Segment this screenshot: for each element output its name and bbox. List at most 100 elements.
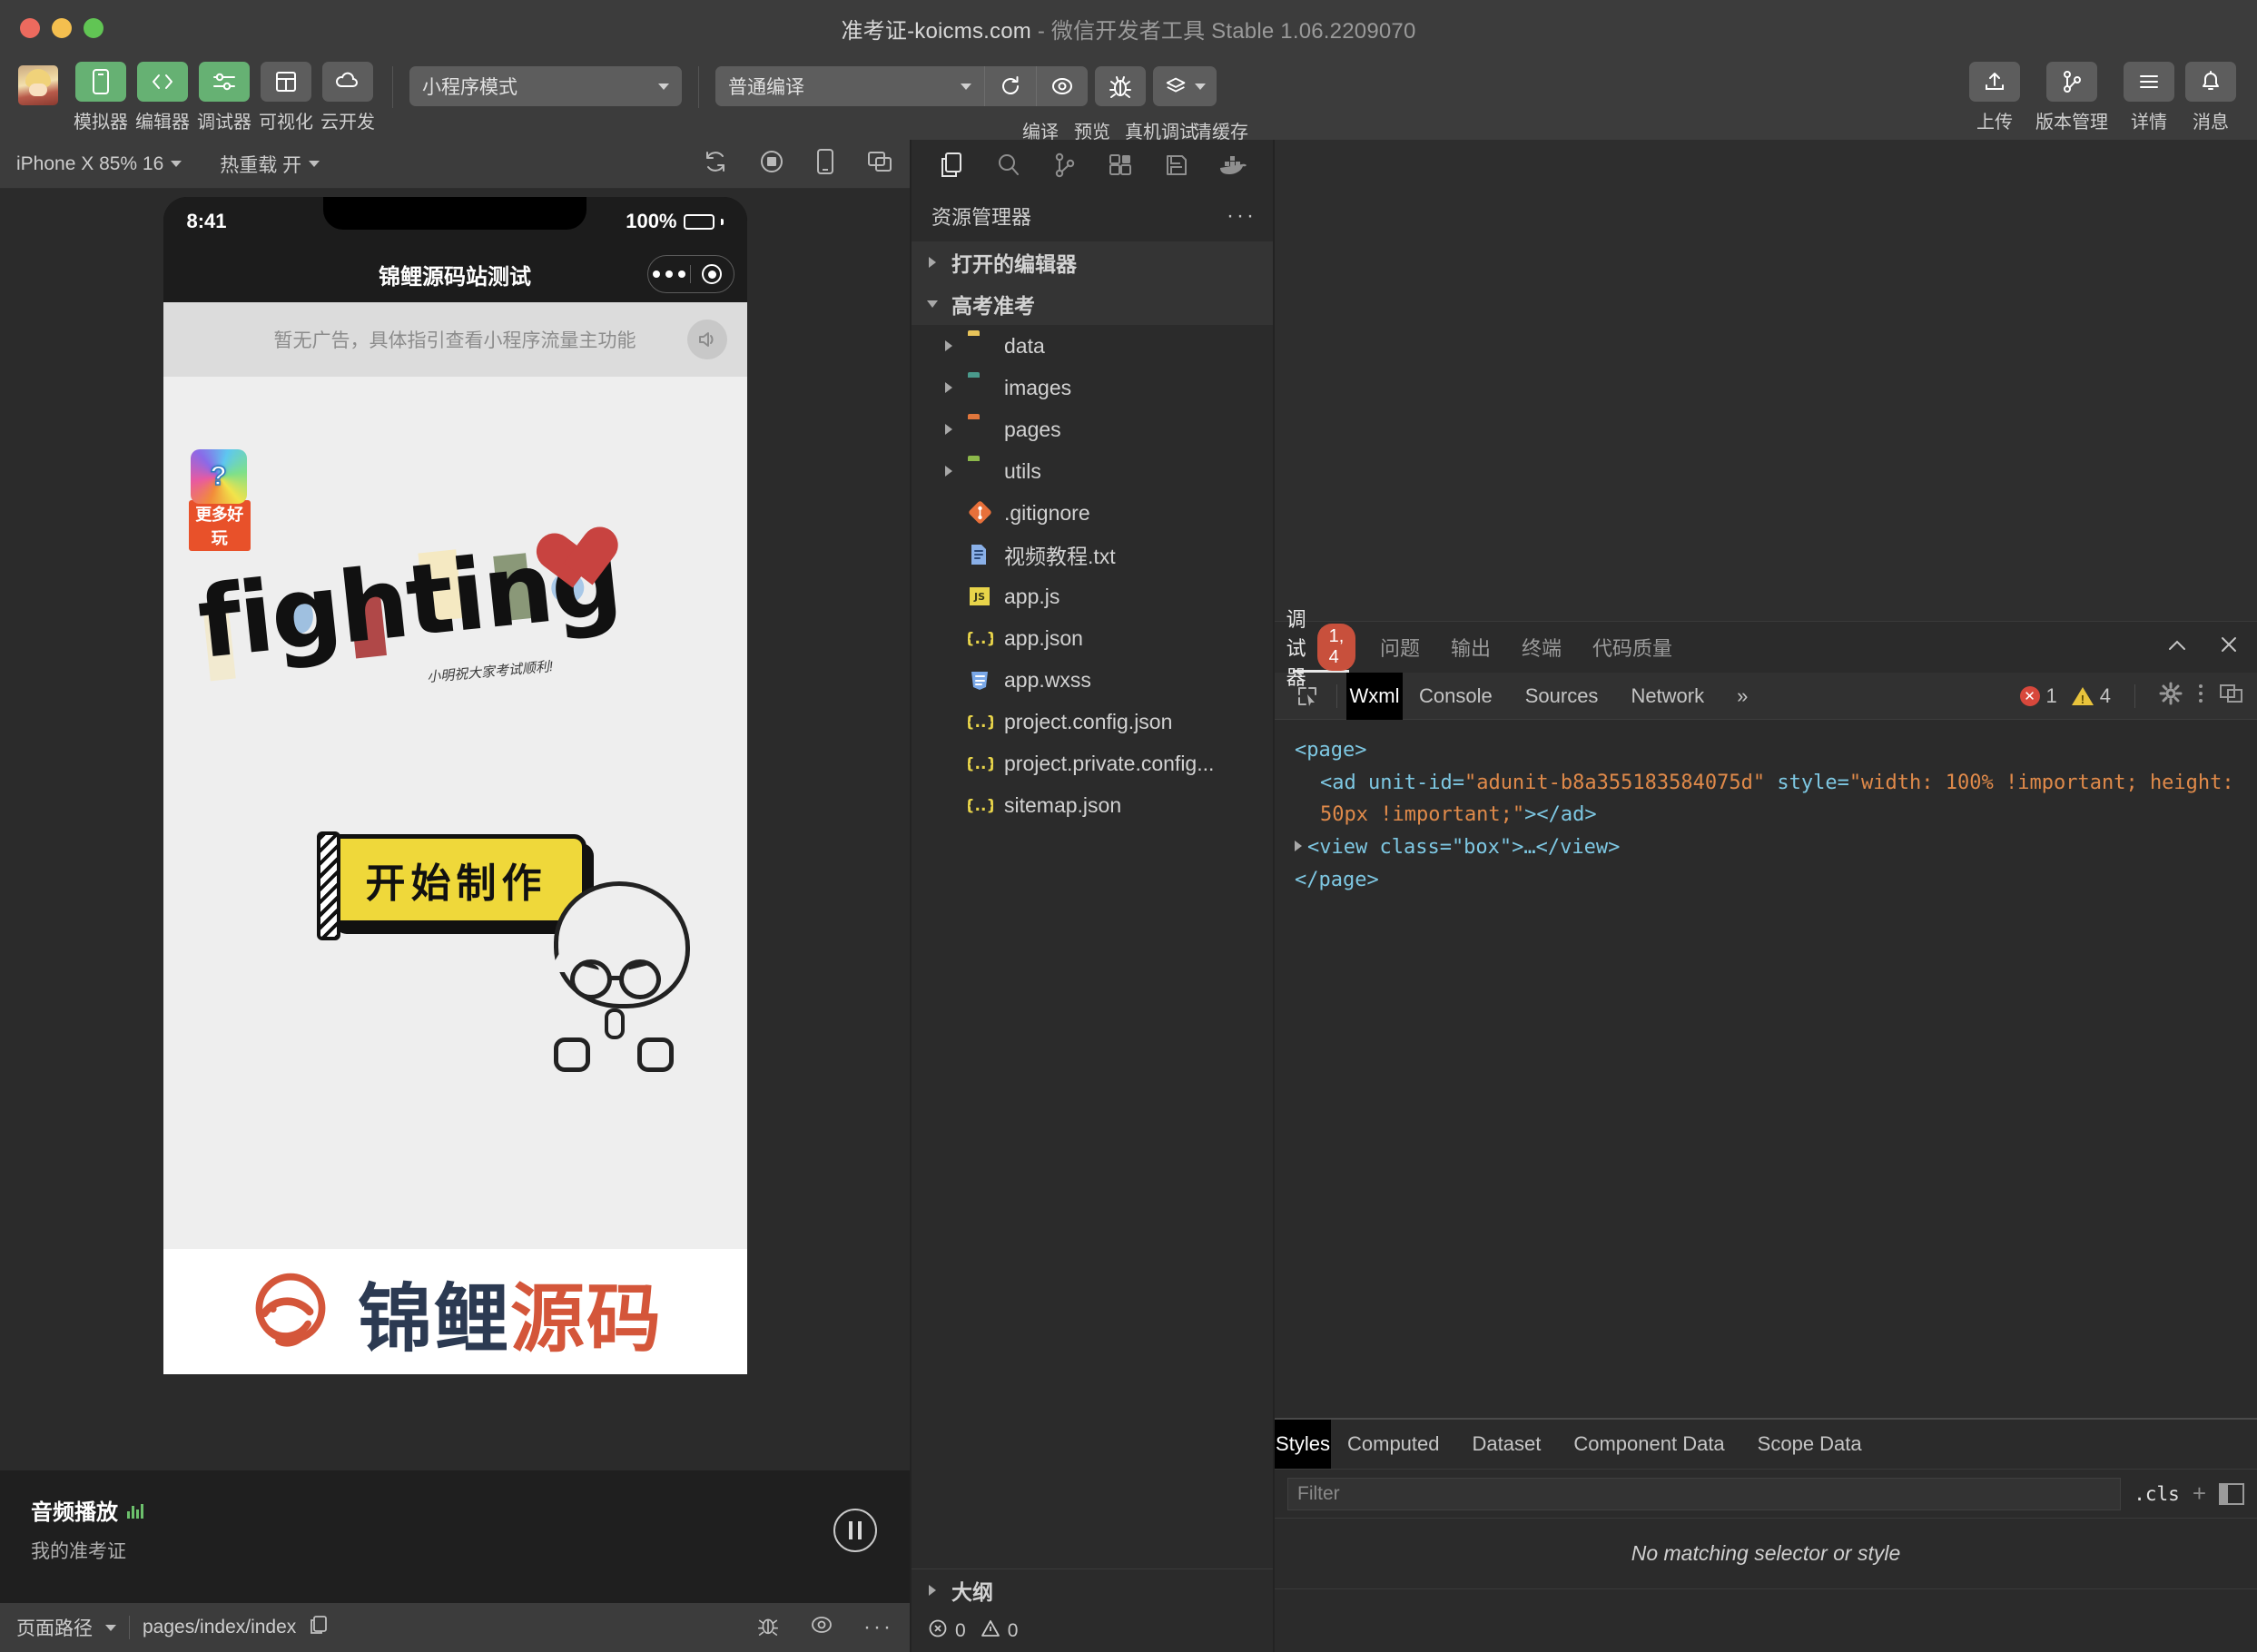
toolbar-item-debugger[interactable]: 调试器: [196, 62, 252, 133]
page-path-label[interactable]: 页面路径: [16, 1614, 93, 1641]
devtab-console[interactable]: Console: [1403, 673, 1509, 720]
chevron-up-icon[interactable]: [2166, 634, 2188, 660]
devtools-error-count: 1: [2045, 683, 2057, 707]
compile-select[interactable]: 普通编译: [715, 66, 984, 106]
tree-item-project-private-config[interactable]: {..} project.private.config...: [912, 742, 1273, 784]
dock-icon[interactable]: [2219, 682, 2244, 711]
tree-section-label: 高考准考: [951, 294, 1035, 318]
explorer-more-icon[interactable]: ···: [1227, 203, 1257, 229]
device-icon[interactable]: [815, 148, 835, 181]
styles-tab-dataset[interactable]: Dataset: [1456, 1420, 1558, 1469]
rotate-icon[interactable]: [703, 149, 728, 180]
styles-tab-computed[interactable]: Computed: [1331, 1420, 1456, 1469]
panel-tab-terminal[interactable]: 终端: [1522, 622, 1562, 673]
tree-item-data[interactable]: data: [912, 325, 1273, 367]
warning-badge[interactable]: 4: [2071, 684, 2111, 708]
chevron-down-icon[interactable]: [105, 1624, 116, 1631]
toolbar-item-visualization[interactable]: 可视化: [258, 62, 314, 133]
toolbar-item-message[interactable]: 消息: [2183, 62, 2239, 133]
close-icon[interactable]: [2219, 634, 2239, 661]
warning-triangle-icon[interactable]: [981, 1618, 1000, 1644]
expand-triangle-icon[interactable]: [1295, 840, 1302, 851]
sidebar-toggle-icon[interactable]: [2219, 1482, 2244, 1505]
styles-tab-styles[interactable]: Styles: [1275, 1420, 1331, 1469]
tree-section-project[interactable]: 高考准考: [912, 283, 1273, 325]
devtab-wxml[interactable]: Wxml: [1346, 672, 1403, 720]
bug-icon[interactable]: [756, 1613, 780, 1642]
record-icon[interactable]: [759, 149, 784, 180]
panel-tab-problems[interactable]: 问题: [1380, 622, 1420, 673]
chevron-right-icon: [922, 257, 942, 268]
panel-tab-debugger[interactable]: 调试器 1, 4: [1286, 608, 1356, 689]
tree-item-app-wxss[interactable]: app.wxss: [912, 659, 1273, 701]
files-icon[interactable]: [924, 140, 981, 191]
styles-tab-component-data[interactable]: Component Data: [1557, 1420, 1740, 1469]
speaker-icon[interactable]: [686, 320, 727, 359]
preview-button[interactable]: [1037, 66, 1088, 106]
hot-reload-select[interactable]: 热重载 开: [220, 151, 320, 178]
close-window-button[interactable]: [20, 18, 40, 38]
toolbar-item-cloud[interactable]: 云开发: [320, 62, 376, 133]
compile-button[interactable]: [985, 66, 1036, 106]
avatar[interactable]: [18, 65, 58, 105]
devtab-sources[interactable]: Sources: [1509, 673, 1615, 720]
close-miniprogram-icon[interactable]: [691, 264, 734, 284]
eye-icon[interactable]: [809, 1613, 834, 1642]
compile-group: 普通编译 编译 预览 真机调试 清缓存: [715, 62, 1254, 143]
clear-cache-button[interactable]: [1153, 66, 1217, 106]
devtab-more[interactable]: »: [1720, 673, 1764, 720]
styles-filter-input[interactable]: Filter: [1287, 1477, 2122, 1510]
tree-item-images[interactable]: images: [912, 367, 1273, 408]
svg-text:{..}: {..}: [968, 713, 993, 732]
pause-icon[interactable]: [833, 1509, 877, 1552]
tree-item-gitignore[interactable]: .gitignore: [912, 492, 1273, 534]
styles-tab-scope-data[interactable]: Scope Data: [1741, 1420, 1878, 1469]
toolbar-item-version[interactable]: 版本管理: [2028, 62, 2115, 133]
tree-section-outline[interactable]: 大纲: [912, 1568, 1273, 1610]
toolbar-item-editor[interactable]: 编辑器: [134, 62, 191, 133]
minimize-window-button[interactable]: [52, 18, 72, 38]
extensions-icon[interactable]: [1092, 140, 1148, 191]
tree-item-label: utils: [1004, 458, 1041, 483]
realdevice-debug-button[interactable]: [1095, 66, 1146, 106]
source-control-icon[interactable]: [1036, 140, 1092, 191]
save-icon[interactable]: [1148, 140, 1205, 191]
error-circle-icon[interactable]: [928, 1618, 948, 1644]
miniprogram-capsule[interactable]: [646, 255, 734, 293]
add-rule-button[interactable]: +: [2193, 1480, 2206, 1508]
toolbar-item-simulator[interactable]: 模拟器: [73, 62, 129, 133]
tree-item-utils[interactable]: utils: [912, 450, 1273, 492]
search-icon[interactable]: [981, 140, 1037, 191]
tree-section-open-editors[interactable]: 打开的编辑器: [912, 241, 1273, 283]
copy-icon[interactable]: [309, 1614, 329, 1641]
tree-item-app-json[interactable]: {..} app.json: [912, 617, 1273, 659]
toolbar-item-detail[interactable]: 详情: [2121, 62, 2177, 133]
docker-icon[interactable]: [1204, 140, 1260, 191]
tree-item-sitemap[interactable]: {..} sitemap.json: [912, 784, 1273, 826]
window-controls[interactable]: [20, 18, 103, 38]
styles-filter-row: Filter .cls +: [1275, 1469, 2257, 1518]
kebab-icon[interactable]: [2197, 682, 2204, 711]
more-icon[interactable]: [648, 270, 691, 278]
wxml-code-view[interactable]: <page> <ad unit-id="adunit-b8a3551835840…: [1275, 720, 2257, 1418]
cls-button[interactable]: .cls: [2134, 1483, 2180, 1505]
tree-item-video-tutorial[interactable]: 视频教程.txt: [912, 534, 1273, 575]
toolbar-item-upload[interactable]: 上传: [1966, 62, 2023, 133]
more-icon[interactable]: ···: [863, 1617, 893, 1638]
miniprogram-title: 锦鲤源码站测试: [379, 264, 531, 290]
gear-icon[interactable]: [2159, 682, 2183, 711]
editor-area[interactable]: [1275, 140, 2257, 621]
tree-item-pages[interactable]: pages: [912, 408, 1273, 450]
maximize-window-button[interactable]: [84, 18, 103, 38]
error-badge[interactable]: ✕ 1: [2019, 683, 2057, 708]
tree-item-project-config[interactable]: {..} project.config.json: [912, 701, 1273, 742]
mode-select[interactable]: 小程序模式: [409, 66, 682, 106]
device-select[interactable]: iPhone X 85% 16: [16, 153, 182, 175]
tree-item-app-js[interactable]: JS app.js: [912, 575, 1273, 617]
phone-notch: [323, 197, 586, 230]
panel-tab-output[interactable]: 输出: [1451, 622, 1491, 673]
panel-tab-code-quality[interactable]: 代码质量: [1592, 622, 1672, 673]
devtab-network[interactable]: Network: [1614, 673, 1720, 720]
brand-logo-orange: 源码: [510, 1275, 664, 1362]
window-icon[interactable]: [866, 149, 893, 180]
